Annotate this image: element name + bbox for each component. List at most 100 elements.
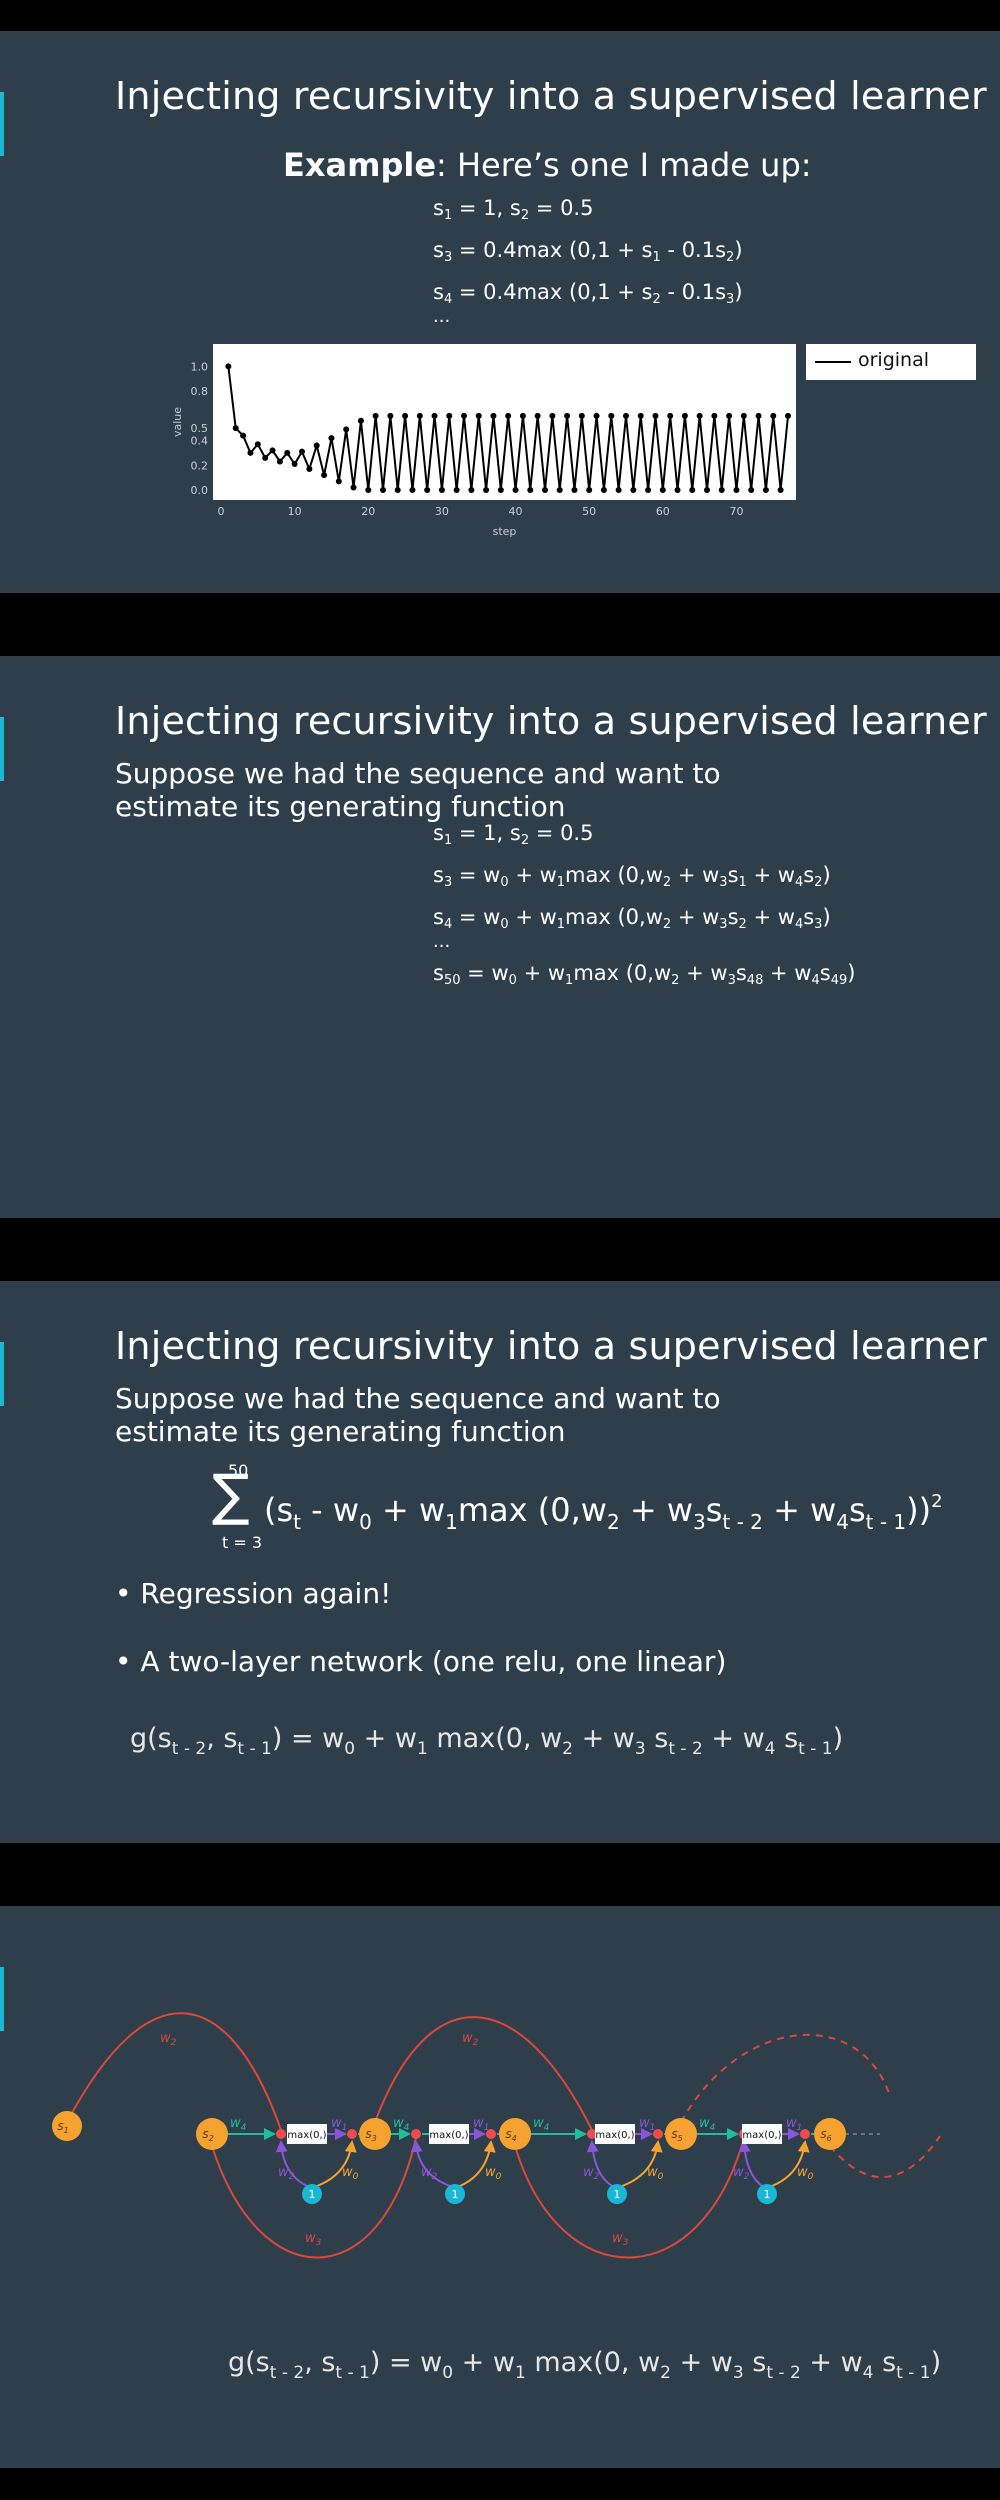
data-point [718,487,725,493]
data-point [755,412,762,419]
data-point [571,487,578,493]
w3-label: w3 [612,2231,629,2248]
data-point [652,412,659,419]
w2-bias-label: w2 [278,2165,295,2182]
bullet-regression: • Regression again! [115,1577,392,1610]
x-tick-label: 0 [218,505,225,518]
slide-accent-bar [0,717,4,781]
data-point [438,487,445,493]
data-point [483,487,490,493]
data-point [593,412,600,419]
data-point [519,412,526,419]
data-point [770,412,777,419]
data-point [600,487,607,493]
slide-subtitle: Suppose we had the sequence and want to … [115,1382,721,1448]
data-point [726,412,733,419]
x-tick-label: 50 [582,505,596,518]
sum-junction [276,2129,286,2139]
data-point [608,412,615,419]
data-point [446,412,453,419]
legend-label-original: original [858,349,930,371]
data-point [681,412,688,419]
data-point [225,363,232,370]
network-formula: g(st - 2, st - 1) = w0 + w1 max(0, w2 + … [228,2347,942,2383]
x-tick-label: 40 [509,505,523,518]
data-point [468,487,475,493]
sum-sign: ∑ [212,1463,250,1528]
w2-label: w2 [462,2031,479,2048]
w1-label: w1 [786,2116,802,2133]
data-point [674,487,681,493]
data-point [542,487,548,493]
bullet-two-layer-network: • A two-layer network (one relu, one lin… [115,1645,727,1678]
data-point [505,412,512,419]
network-formula: g(st - 2, st - 1) = w0 + w1 max(0, w2 + … [130,1723,844,1759]
data-point [262,454,269,461]
data-point [461,412,467,419]
edge-dashed-continuation [680,2033,891,2123]
data-point [424,487,431,493]
y-tick-label: 0.4 [191,435,209,448]
data-point [402,412,409,419]
data-point [556,487,563,493]
data-point [394,487,401,493]
edge-w3-arc [514,2137,745,2259]
edge-w2-arc [66,2012,282,2131]
data-point [659,487,666,493]
w2-bias-label: w2 [733,2165,750,2182]
data-point [785,412,791,419]
y-tick-label: 1.0 [191,360,209,373]
equation-line-2: s3 = w0 + w1max (0,w2 + w3s1 + w4s2) [433,863,831,890]
w1-label: w1 [331,2116,347,2133]
data-point [387,412,394,419]
data-point [645,487,652,493]
data-point [254,441,261,448]
slide-subtitle: Suppose we had the sequence and want to … [115,757,721,823]
slide-regression: Injecting recursivity into a supervised … [0,1281,1000,1843]
data-point [777,487,784,493]
sum-lower-limit: t = 3 [222,1533,263,1552]
data-point [564,412,571,419]
data-point [321,472,328,479]
data-point [380,487,386,493]
chart-legend: original [806,344,976,380]
w0-label: w0 [647,2165,664,2182]
data-point [240,432,247,439]
data-point [343,426,350,433]
data-point [409,487,416,493]
w4-label: w4 [533,2116,550,2133]
data-point [269,447,276,454]
w4-label: w4 [230,2116,247,2133]
x-tick-label: 60 [656,505,670,518]
bias-label: 1 [309,2188,316,2201]
relu-label: max(0,) [429,2130,468,2141]
data-point [762,487,769,493]
y-tick-label: 0.2 [191,459,209,472]
equation-line-4: s50 = w0 + w1max (0,w2 + w3s48 + w4s49) [433,961,856,988]
data-point [512,487,519,493]
w0-label: w0 [342,2165,359,2182]
data-point [527,487,534,493]
w4-label: w4 [699,2116,716,2133]
data-point [630,487,637,493]
y-axis-label: value [171,407,184,437]
data-point [232,425,239,432]
equation-line-1: s1 = 1, s2 = 0.5 [433,821,594,848]
x-tick-label: 30 [435,505,449,518]
data-point [335,478,342,485]
data-point [615,487,622,493]
data-point [350,484,357,491]
data-point [637,412,644,419]
bias-label: 1 [764,2188,771,2201]
data-point [534,412,541,419]
data-point [623,412,629,419]
w1-label: w1 [639,2116,655,2133]
data-point [313,442,320,449]
w3-label: w3 [305,2231,322,2248]
data-point [578,412,585,419]
data-point [357,417,364,424]
data-point [247,449,254,456]
data-point [306,465,313,472]
data-point [276,458,283,465]
sum-junction [347,2129,357,2139]
